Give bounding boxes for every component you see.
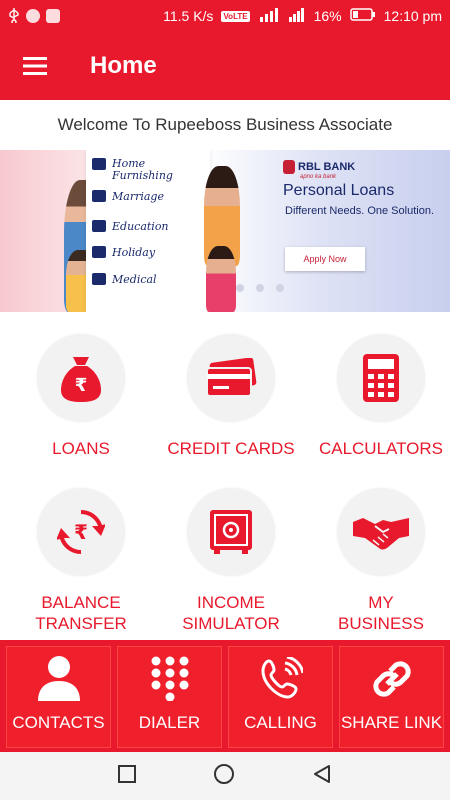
person-icon — [37, 656, 80, 701]
banner-item: Holiday — [112, 246, 156, 259]
banner-item: Marriage — [112, 190, 164, 203]
child-right-image — [206, 246, 236, 312]
tile-income-simulator[interactable]: INCOME SIMULATOR — [156, 488, 306, 634]
tile-loans[interactable]: ₹ LOANS — [6, 334, 156, 459]
tile-label: TRANSFER — [35, 614, 127, 633]
battery-percent: 16% — [313, 8, 342, 24]
tile-credit-cards[interactable]: CREDIT CARDS — [156, 334, 306, 459]
safe-icon — [210, 510, 252, 554]
contacts-button[interactable]: CONTACTS — [6, 646, 111, 748]
network-speed: 11.5 K/s — [163, 8, 214, 24]
tile-label: CALCULATORS — [318, 439, 444, 458]
calling-button[interactable]: CALLING — [228, 646, 333, 748]
home-icon — [92, 158, 106, 170]
tile-label: SIMULATOR — [182, 614, 280, 633]
bank-tagline: apno ka bank — [300, 174, 337, 180]
rupee-refresh-icon: ₹ — [57, 509, 105, 555]
calculator-icon — [363, 354, 399, 402]
hamburger-menu-button[interactable] — [0, 32, 70, 100]
banner-item: Medical — [112, 273, 157, 286]
banner-item: Home Furnishing — [112, 157, 173, 182]
recents-button[interactable] — [118, 764, 137, 788]
tile-label: INCOME — [197, 593, 265, 612]
education-icon — [92, 220, 106, 232]
triangle-back-icon — [313, 764, 330, 783]
pager-dot[interactable] — [236, 284, 244, 292]
clock: 12:10 pm — [383, 8, 442, 24]
bottom-label: SHARE LINK — [340, 713, 443, 732]
bottom-action-bar: CONTACTS DIALER CALLING SHARE LINK — [0, 640, 450, 752]
tile-label: MY — [368, 593, 394, 612]
tile-my-business[interactable]: MY BUSINESS — [306, 488, 450, 634]
signal-icon-2 — [288, 7, 306, 25]
banner-subline: Different Needs. One Solution. — [285, 205, 434, 217]
status-bar: 11.5 K/s VoLTE 16% 12:10 pm — [0, 0, 450, 32]
holiday-icon — [92, 246, 106, 258]
promo-banner[interactable]: Home Furnishing Marriage Education Holid… — [0, 150, 450, 312]
tile-balance-transfer[interactable]: ₹ BALANCE TRANSFER — [6, 488, 156, 634]
tile-calculators[interactable]: CALCULATORS — [306, 334, 450, 459]
money-bag-icon: ₹ — [61, 357, 101, 402]
apply-now-button[interactable]: Apply Now — [285, 247, 365, 271]
hamburger-icon — [23, 57, 47, 75]
welcome-text: Welcome To Rupeeboss Business Associate — [57, 115, 393, 134]
back-button[interactable] — [312, 764, 332, 789]
dialpad-icon — [151, 656, 188, 701]
marriage-icon — [92, 190, 106, 202]
bank-name: RBL BANK — [298, 160, 356, 173]
bottom-label: DIALER — [138, 713, 201, 732]
banner-headline: Personal Loans — [283, 182, 395, 199]
signal-icon — [258, 7, 280, 25]
square-icon — [118, 764, 137, 783]
tile-label: BUSINESS — [338, 614, 424, 633]
phone-ringing-icon — [260, 657, 303, 699]
battery-icon — [349, 8, 376, 24]
dialer-button[interactable]: DIALER — [117, 646, 222, 748]
rbl-logo-icon — [283, 160, 295, 174]
page-title: Home — [90, 52, 157, 79]
home-button[interactable] — [213, 763, 235, 790]
messenger-icon — [26, 9, 40, 23]
pager-dot[interactable] — [256, 284, 264, 292]
bottom-label: CALLING — [244, 713, 317, 732]
svg-text:₹: ₹ — [74, 520, 88, 544]
credit-card-icon — [206, 358, 257, 397]
notification-app-icon — [46, 9, 60, 23]
tile-label: CREDIT CARDS — [167, 439, 295, 458]
tile-label: BALANCE — [41, 593, 121, 612]
usb-icon — [8, 7, 20, 26]
banner-item: Education — [112, 220, 169, 233]
link-icon — [372, 661, 411, 697]
system-nav-bar — [0, 752, 450, 800]
loan-purpose-card: Home Furnishing Marriage Education Holid… — [86, 150, 210, 312]
medical-icon — [92, 273, 106, 285]
volte-badge: VoLTE — [221, 10, 250, 22]
tile-label: LOANS — [52, 439, 110, 458]
bottom-label: CONTACTS — [12, 713, 105, 732]
pager-dot[interactable] — [276, 284, 284, 292]
svg-text:₹: ₹ — [75, 375, 88, 396]
banner-pager[interactable] — [236, 284, 284, 292]
circle-icon — [213, 763, 234, 784]
handshake-icon — [353, 518, 409, 550]
share-link-button[interactable]: SHARE LINK — [339, 646, 444, 748]
app-bar: Home — [0, 32, 450, 100]
